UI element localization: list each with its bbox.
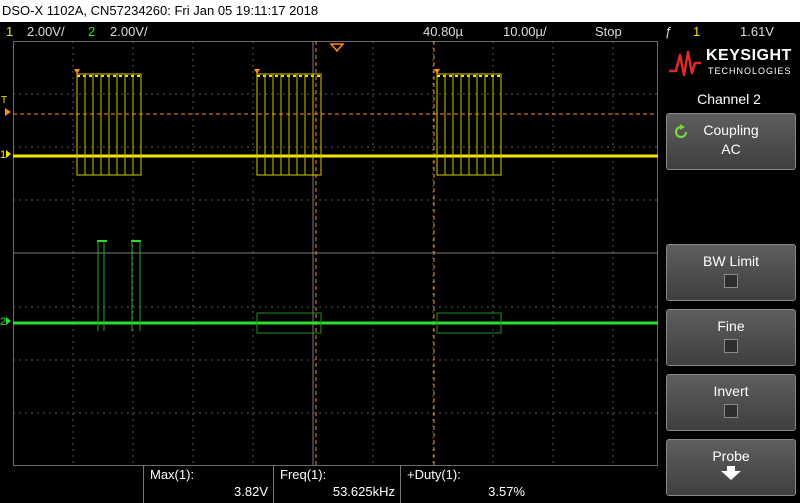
run-state: Stop xyxy=(595,24,622,39)
trigger-channel[interactable]: 1 xyxy=(693,22,700,41)
fine-softkey[interactable]: Fine xyxy=(666,309,796,366)
delay-value[interactable]: 40.80µ xyxy=(423,22,463,41)
measurement-label: +Duty(1): xyxy=(407,467,461,482)
bw-limit-softkey[interactable]: BW Limit xyxy=(666,244,796,301)
waveform-display[interactable] xyxy=(13,41,658,466)
softkey-panel: KEYSIGHT TECHNOLOGIES Channel 2 Coupling… xyxy=(658,41,800,503)
invert-softkey[interactable]: Invert xyxy=(666,374,796,431)
brand-subtitle: TECHNOLOGIES xyxy=(708,66,792,76)
status-bar: 1 2.00V/ 2 2.00V/ 40.80µ 10.00µ/ Stop ƒ … xyxy=(0,22,800,41)
down-arrow-icon xyxy=(721,466,741,480)
timebase-value[interactable]: 10.00µ/ xyxy=(503,22,547,41)
coupling-softkey[interactable]: Coupling AC xyxy=(666,113,796,170)
ch1-number[interactable]: 1 xyxy=(6,22,13,41)
menu-title: Channel 2 xyxy=(697,91,761,107)
coupling-value: AC xyxy=(721,141,741,157)
measurement-max[interactable]: Max(1): 3.82V xyxy=(143,466,274,503)
ch2-scale[interactable]: 2.00V/ xyxy=(110,22,148,41)
trigger-level[interactable]: 1.61V xyxy=(740,22,774,41)
ch1-ground-marker[interactable]: 1 xyxy=(0,150,12,161)
trigger-marker-label: T xyxy=(1,95,8,106)
keysight-logo: KEYSIGHT TECHNOLOGIES xyxy=(658,41,800,87)
brand-name: KEYSIGHT xyxy=(706,47,792,64)
keysight-wave-icon xyxy=(669,50,701,77)
measurement-freq[interactable]: Freq(1): 53.625kHz xyxy=(273,466,401,503)
probe-softkey[interactable]: Probe xyxy=(666,439,796,496)
trigger-edge-icon[interactable]: ƒ xyxy=(665,22,672,41)
measurement-duty[interactable]: +Duty(1): 3.57% xyxy=(400,466,531,503)
measurement-label: Max(1): xyxy=(150,467,195,482)
ch1-scale[interactable]: 2.00V/ xyxy=(27,22,65,41)
bw-limit-checkbox[interactable] xyxy=(724,274,738,288)
ground-arrow-icon xyxy=(6,150,12,158)
cycle-arrow-icon xyxy=(674,124,688,139)
trigger-arrow-icon xyxy=(5,108,11,116)
probe-label: Probe xyxy=(712,448,750,464)
title-bar: DSO-X 1102A, CN57234260: Fri Jan 05 19:1… xyxy=(0,0,800,22)
measurement-label: Freq(1): xyxy=(280,467,327,482)
fine-checkbox[interactable] xyxy=(724,339,738,353)
measurement-value: 3.57% xyxy=(488,484,525,499)
ch2-number[interactable]: 2 xyxy=(88,22,95,41)
measurement-value: 3.82V xyxy=(234,484,268,499)
ch2-ground-marker[interactable]: 2 xyxy=(0,317,12,328)
bw-limit-label: BW Limit xyxy=(703,253,759,269)
fine-label: Fine xyxy=(717,318,745,334)
invert-checkbox[interactable] xyxy=(724,404,738,418)
trigger-level-marker[interactable]: T xyxy=(1,96,11,116)
ground-arrow-icon xyxy=(6,317,12,325)
measurement-value: 53.625kHz xyxy=(332,484,395,499)
invert-label: Invert xyxy=(713,383,749,399)
measurement-bar: Max(1): 3.82V Freq(1): 53.625kHz +Duty(1… xyxy=(0,466,658,503)
